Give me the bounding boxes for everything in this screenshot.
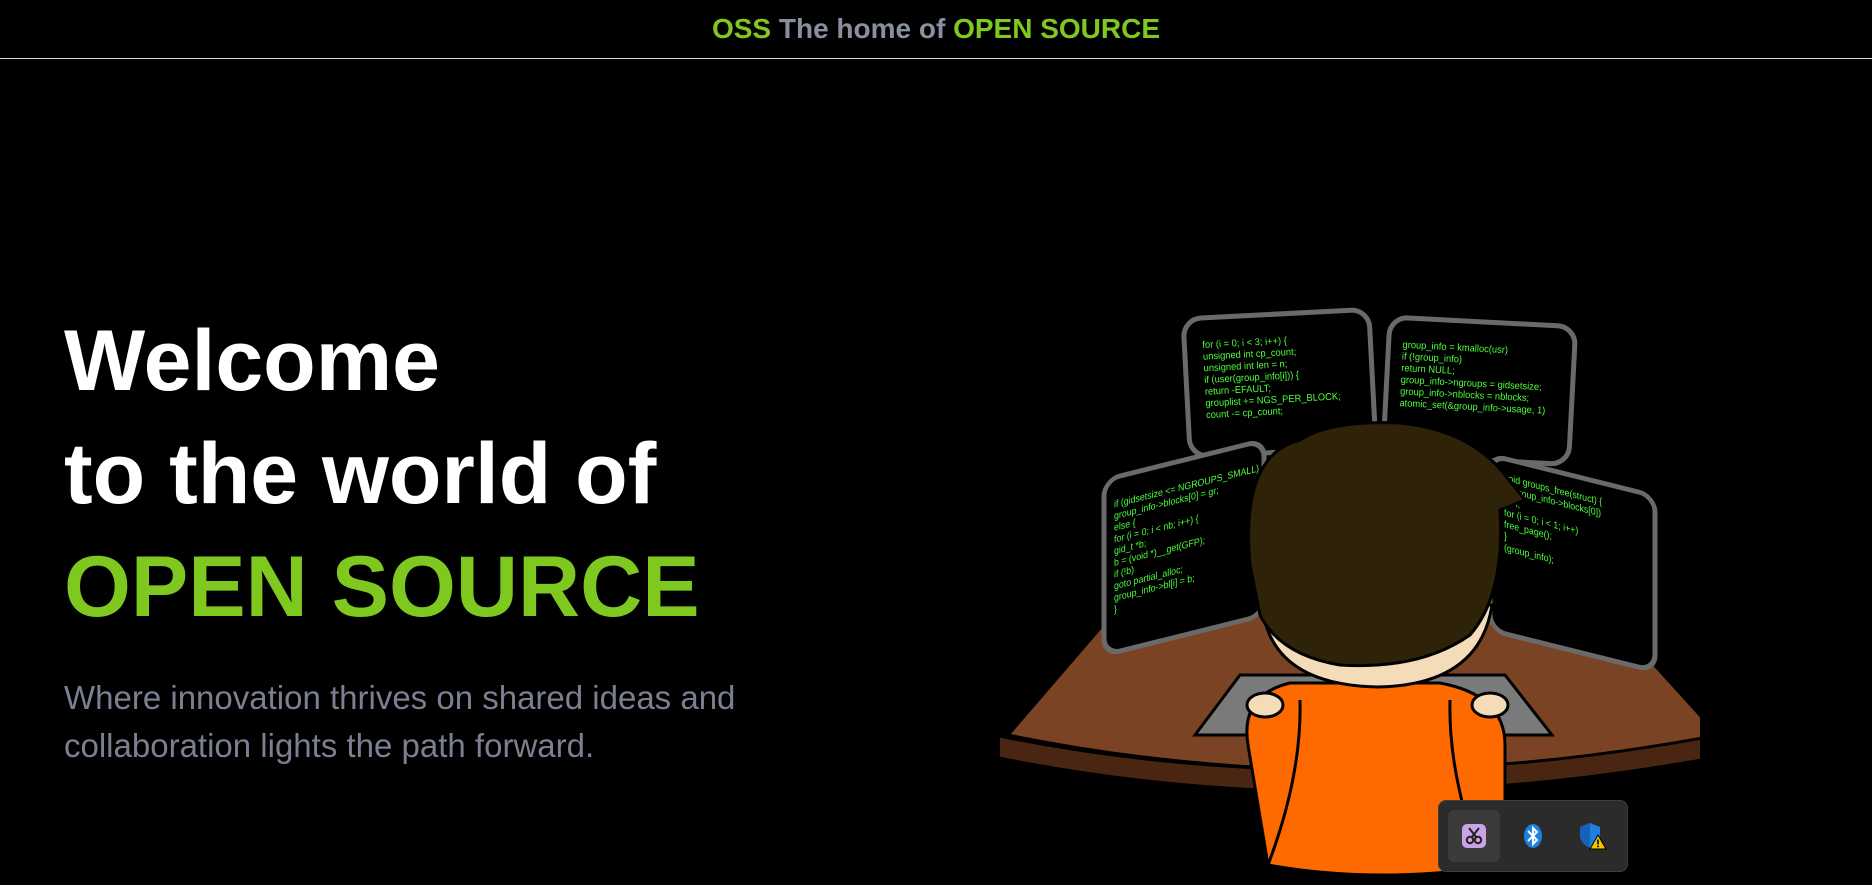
site-header: OSS The home of OPEN SOURCE	[0, 0, 1872, 59]
security-shield-warning-icon	[1579, 823, 1607, 850]
code-line: }	[1504, 531, 1507, 543]
header-brand[interactable]: OSS	[712, 13, 771, 45]
tray-button-security[interactable]	[1566, 810, 1618, 862]
hero-subtitle: Where innovation thrives on shared ideas…	[64, 679, 736, 764]
hero-heading-line-1: Welcome	[64, 313, 440, 409]
snipping-tool-icon	[1462, 824, 1487, 848]
developer-illustration: for (i = 0; i < 3; i++) { unsigned int c…	[1000, 307, 1700, 877]
hero-section: Welcome to the world of OPEN SOURCE Wher…	[64, 305, 964, 770]
code-line: }	[1114, 604, 1117, 616]
monitor-left: if (gidsetsize <= NGROUPS_SMALL) group_i…	[1101, 441, 1267, 655]
header-tagline: The home of	[771, 13, 954, 44]
tray-button-bluetooth[interactable]	[1507, 810, 1559, 862]
header-highlight: OPEN SOURCE	[953, 13, 1161, 44]
bluetooth-icon	[1523, 824, 1542, 848]
hero-heading-accent: OPEN SOURCE	[64, 539, 700, 635]
system-tray-flyout	[1438, 800, 1628, 872]
tray-button-snipping-tool[interactable]	[1448, 810, 1501, 862]
hero-heading-line-2: to the world of	[64, 426, 657, 522]
